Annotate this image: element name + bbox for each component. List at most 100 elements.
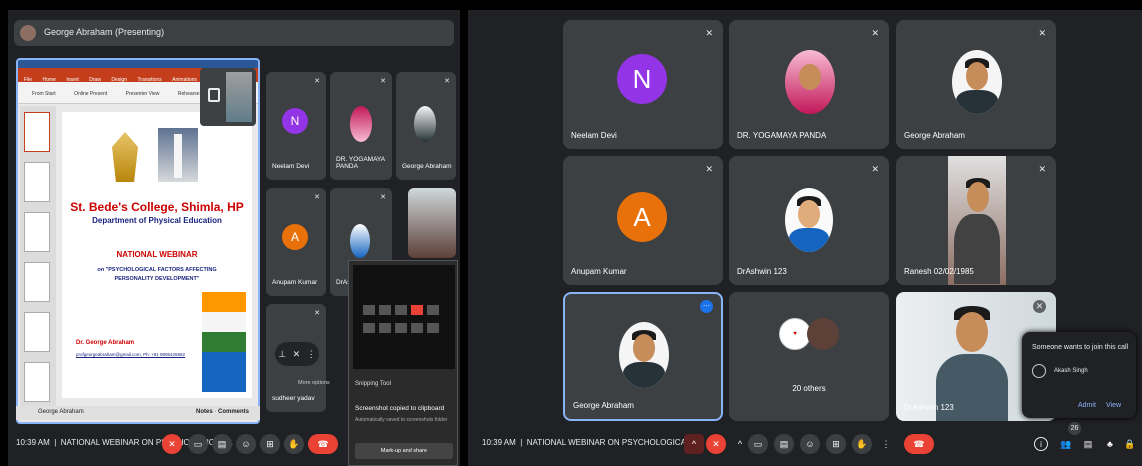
- slide-thumb[interactable]: [24, 362, 50, 402]
- screenshot-preview: [353, 265, 455, 369]
- emoji-button[interactable]: ☺: [800, 434, 820, 454]
- presenter-avatar: [20, 25, 36, 41]
- tile-george-2[interactable]: ⋯ George Abraham: [563, 292, 723, 421]
- slide-event: NATIONAL WEBINAR: [116, 250, 198, 259]
- present-button[interactable]: ⊞: [826, 434, 846, 454]
- participant-name: George Abraham: [904, 131, 965, 140]
- participant-video: [952, 50, 1002, 114]
- camera-button[interactable]: ▭: [188, 434, 208, 454]
- mic-off-icon: ✕: [444, 78, 450, 85]
- end-call-button[interactable]: ☎: [308, 434, 338, 454]
- participant-name: Neelam Devi: [571, 131, 617, 140]
- tile-yogamaya[interactable]: ✕ DR. YOGAMAYA PANDA: [729, 20, 889, 149]
- requester-avatar: [1032, 364, 1046, 378]
- clock: 10:39 AM | NATIONAL WEBINAR ON PSYCHOLOG…: [482, 438, 699, 447]
- college-building-photo: [158, 128, 198, 182]
- ppt-tool[interactable]: From Start: [32, 91, 56, 97]
- footer-notes[interactable]: Notes · Comments: [196, 409, 249, 415]
- tile-others[interactable]: ♥ 20 others: [729, 292, 889, 421]
- camera-button[interactable]: ▭: [748, 434, 768, 454]
- current-slide: St. Bede's College, Shimla, HP Departmen…: [62, 112, 252, 398]
- participant-name: George Abraham: [402, 163, 452, 170]
- left-tile-ranesh[interactable]: [408, 188, 456, 258]
- mic-off-icon: ✕: [1033, 300, 1046, 313]
- left-tile-anupam[interactable]: ✕ A Anupam Kumar: [266, 188, 326, 296]
- tile-hover-controls[interactable]: ⊥ ✕ ⋮: [275, 342, 319, 366]
- participant-video: [785, 50, 835, 114]
- slide-speaker: Dr. George Abraham: [76, 340, 135, 346]
- self-view-popup[interactable]: [200, 68, 256, 126]
- more-options-icon[interactable]: ⋯: [700, 300, 713, 313]
- participant-video: [350, 106, 372, 142]
- mic-off-icon: ✕: [314, 310, 320, 317]
- admit-button[interactable]: Admit: [1078, 402, 1096, 409]
- slide-department: Department of Physical Education: [92, 216, 222, 225]
- end-call-button[interactable]: ☎: [904, 434, 934, 454]
- participant-name: sudheer yadav: [272, 395, 315, 402]
- more-options-button[interactable]: ⋮: [876, 434, 896, 454]
- ppt-tool[interactable]: Online Present: [74, 91, 107, 97]
- mic-off-icon: ✕: [380, 78, 386, 85]
- camera-chevron-button[interactable]: ^: [730, 434, 750, 454]
- mic-off-button[interactable]: ✕: [706, 434, 726, 454]
- mic-chevron-button[interactable]: ^: [684, 434, 704, 454]
- info-icon[interactable]: i: [1034, 437, 1048, 451]
- participant-name: Ranesh 02/02/1985: [904, 267, 974, 276]
- participant-video: [408, 188, 456, 258]
- host-controls-icon[interactable]: 🔒: [1120, 434, 1140, 454]
- mic-off-button[interactable]: ✕: [162, 434, 182, 454]
- raise-hand-button[interactable]: ✋: [852, 434, 872, 454]
- join-request-popup: Someone wants to join this call Akash Si…: [1022, 332, 1136, 418]
- left-tile-george[interactable]: ✕ George Abraham: [396, 72, 456, 180]
- slide-thumb[interactable]: [24, 312, 50, 352]
- people-icon[interactable]: 👥: [1056, 434, 1076, 454]
- snip-app-name: Snipping Tool: [355, 381, 391, 387]
- ppt-tool[interactable]: Presenter View: [126, 91, 160, 97]
- slide-thumb[interactable]: [24, 112, 50, 152]
- ppt-titlebar: [18, 60, 258, 68]
- captions-button[interactable]: ▤: [212, 434, 232, 454]
- college-crest-logo: [112, 132, 138, 182]
- tile-ranesh[interactable]: ✕ Ranesh 02/02/1985: [896, 156, 1056, 285]
- right-control-bar: 10:39 AM | NATIONAL WEBINAR ON PSYCHOLOG…: [468, 422, 1142, 466]
- mic-off-icon: ✕: [871, 28, 879, 38]
- mic-off-icon: ✕: [1038, 28, 1046, 38]
- raise-hand-button[interactable]: ✋: [284, 434, 304, 454]
- left-tile-yogamaya[interactable]: ✕ DR. YOGAMAYA PANDA: [330, 72, 392, 180]
- participant-video: [619, 322, 669, 388]
- left-meet-window: George Abraham (Presenting) File Home In…: [8, 10, 460, 466]
- footer-name: George Abraham: [38, 409, 84, 415]
- present-button[interactable]: ⊞: [260, 434, 280, 454]
- more-options-icon[interactable]: ⋮: [307, 349, 316, 360]
- mic-off-icon: ✕: [314, 78, 320, 85]
- join-request-title: Someone wants to join this call: [1032, 344, 1129, 351]
- presenter-footer: George Abraham Notes · Comments: [16, 406, 260, 420]
- activities-icon[interactable]: ♣: [1100, 434, 1120, 454]
- self-video: [226, 72, 252, 122]
- present-icon: [208, 88, 220, 102]
- slide-topic: on "PSYCHOLOGICAL FACTORS AFFECTING PERS…: [97, 267, 217, 282]
- chat-icon[interactable]: ▤: [1078, 434, 1098, 454]
- view-button[interactable]: View: [1106, 402, 1121, 409]
- slide-thumb[interactable]: [24, 262, 50, 302]
- tile-neelam[interactable]: ✕ N Neelam Devi: [563, 20, 723, 149]
- more-options-tooltip: More options: [298, 380, 330, 386]
- avatar: A: [282, 224, 308, 250]
- mic-off-icon: ✕: [705, 28, 713, 38]
- emoji-button[interactable]: ☺: [236, 434, 256, 454]
- avatar: A: [617, 192, 667, 242]
- slide-thumb[interactable]: [24, 162, 50, 202]
- others-count: 20 others: [792, 384, 826, 393]
- participant-name: DrAshwin 123: [904, 403, 954, 412]
- slide-college-name: St. Bede's College, Shimla, HP: [70, 200, 244, 214]
- left-tile-neelam[interactable]: ✕ N Neelam Devi: [266, 72, 326, 180]
- tile-george-1[interactable]: ✕ George Abraham: [896, 20, 1056, 149]
- others-avatar: [807, 318, 839, 350]
- captions-button[interactable]: ▤: [774, 434, 794, 454]
- tile-ashwin-1[interactable]: ✕ DrAshwin 123: [729, 156, 889, 285]
- tile-anupam[interactable]: ✕ A Anupam Kumar: [563, 156, 723, 285]
- mic-off-icon[interactable]: ✕: [293, 349, 301, 360]
- slide-thumb[interactable]: [24, 212, 50, 252]
- pin-icon[interactable]: ⊥: [278, 349, 286, 360]
- presenter-label: George Abraham (Presenting): [44, 27, 165, 37]
